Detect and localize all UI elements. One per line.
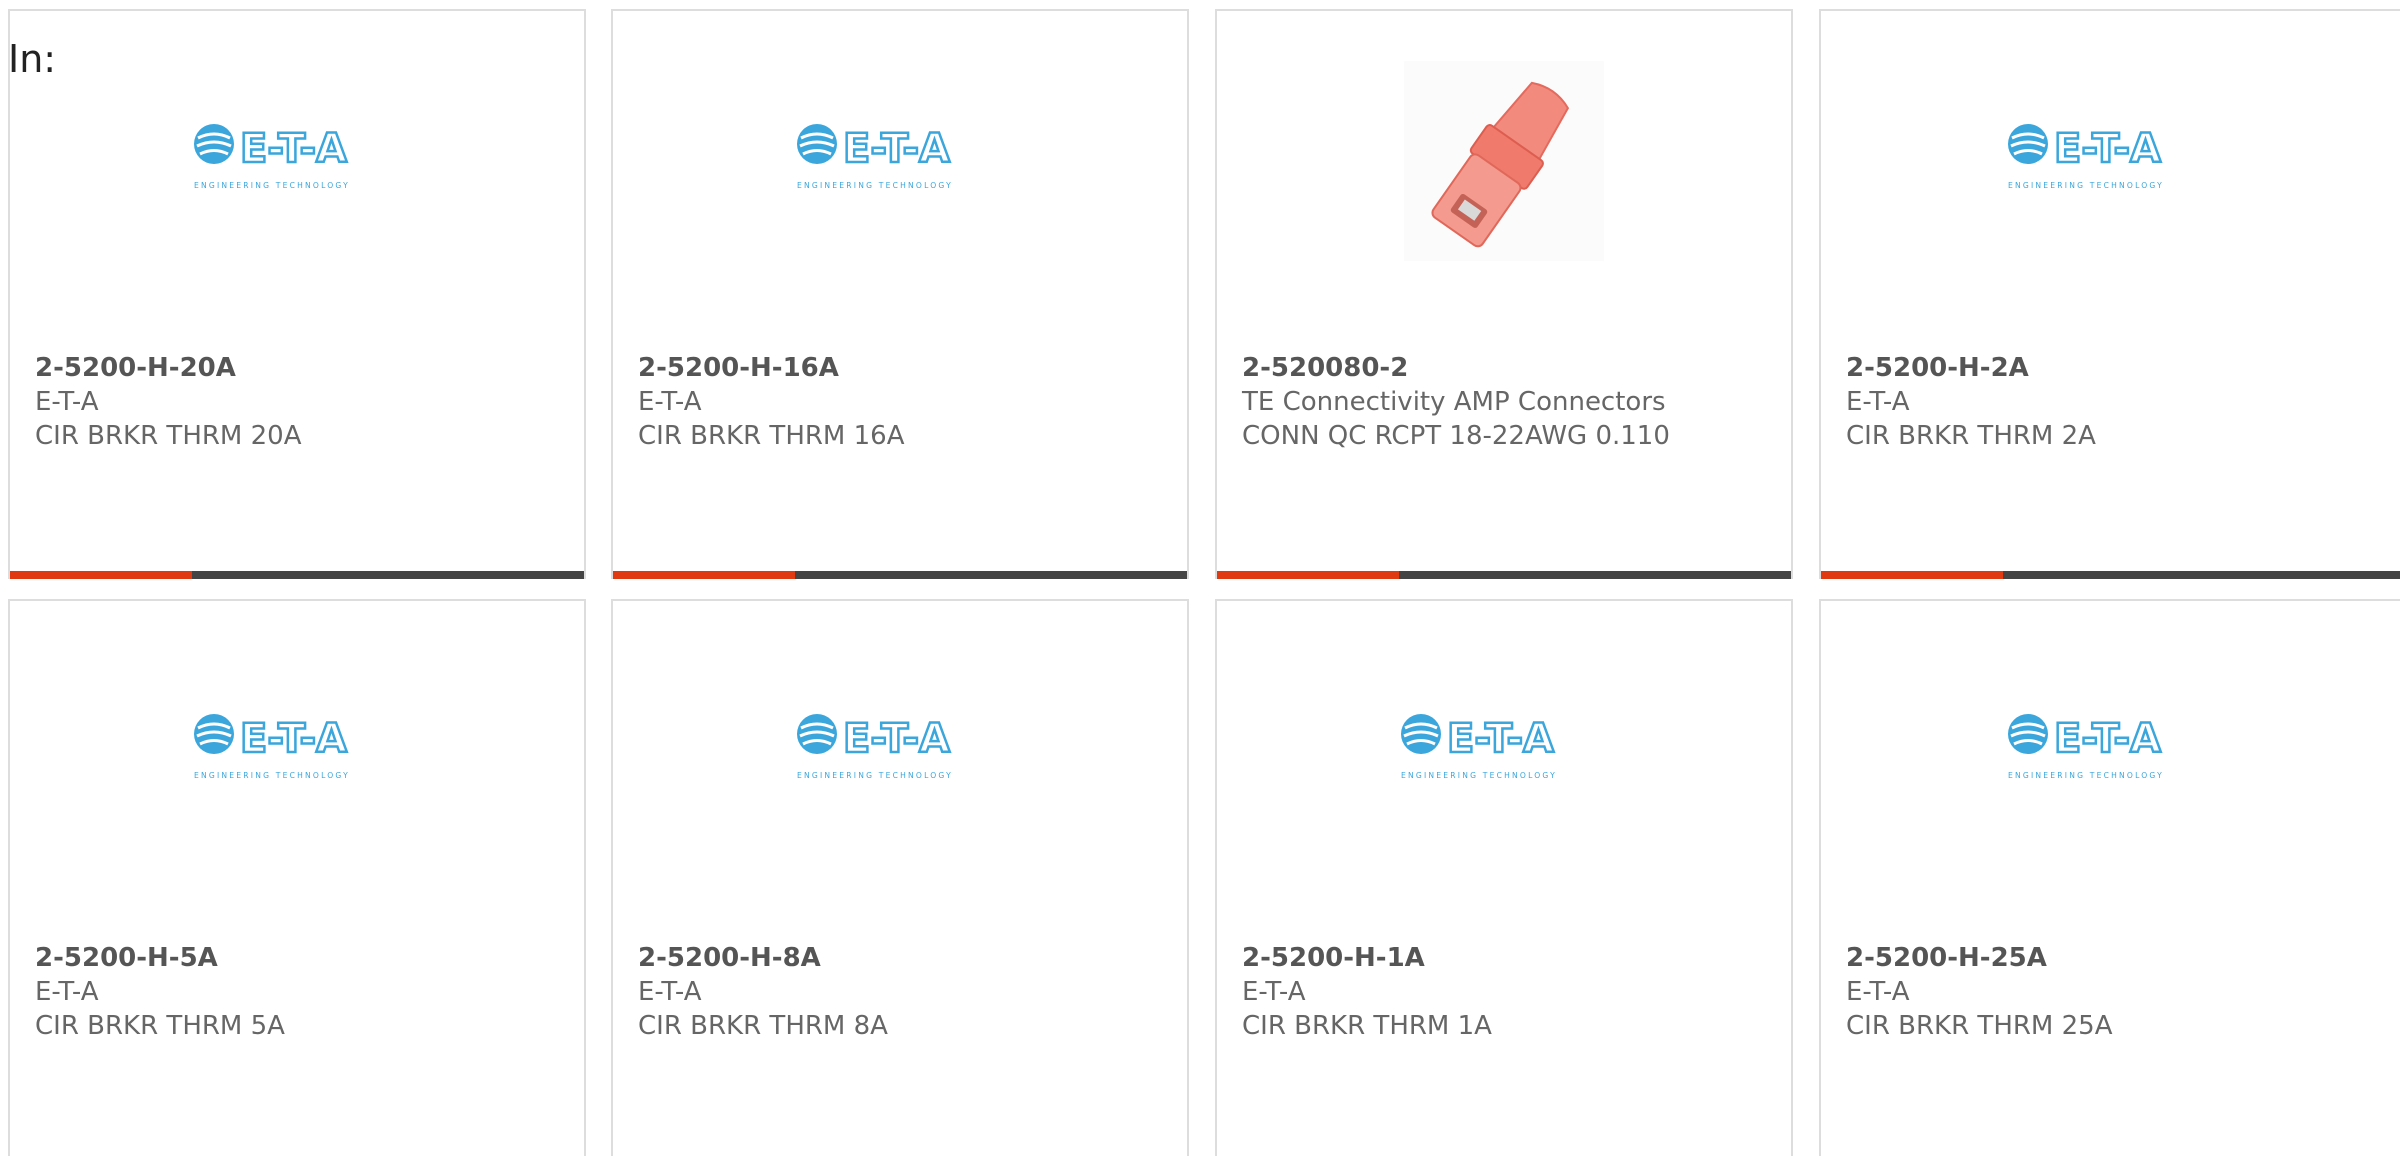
- product-info: 2-5200-H-8A E-T-A CIR BRKR THRM 8A: [638, 941, 888, 1043]
- eta-logo-icon: E-T-A ENGINEERING TECHNOLOGY: [1401, 714, 1557, 780]
- product-info: 2-5200-H-25A E-T-A CIR BRKR THRM 25A: [1846, 941, 2113, 1043]
- logo-tagline: ENGINEERING TECHNOLOGY: [194, 181, 350, 190]
- logo-brand-text: E-T-A: [240, 716, 347, 762]
- logo-tagline: ENGINEERING TECHNOLOGY: [1401, 771, 1557, 780]
- product-info: 2-520080-2 TE Connectivity AMP Connector…: [1242, 351, 1670, 453]
- description: CIR BRKR THRM 25A: [1846, 1011, 2113, 1041]
- logo-tagline: ENGINEERING TECHNOLOGY: [194, 771, 350, 780]
- manufacturer: E-T-A: [35, 387, 99, 417]
- manufacturer: TE Connectivity AMP Connectors: [1242, 387, 1666, 417]
- product-info: 2-5200-H-1A E-T-A CIR BRKR THRM 1A: [1242, 941, 1492, 1043]
- eta-logo-icon: E-T-A ENGINEERING TECHNOLOGY: [2007, 124, 2164, 190]
- description: CIR BRKR THRM 2A: [1846, 421, 2096, 451]
- product-card[interactable]: E-T-A ENGINEERING TECHNOLOGY 2-5200-H-5A…: [8, 599, 586, 1156]
- logo-brand-text: E-T-A: [2054, 126, 2161, 172]
- product-image[interactable]: E-T-A ENGINEERING TECHNOLOGY: [1821, 86, 2400, 226]
- product-image[interactable]: E-T-A ENGINEERING TECHNOLOGY: [10, 676, 584, 816]
- product-image[interactable]: E-T-A ENGINEERING TECHNOLOGY: [10, 86, 584, 226]
- card-accent-bar: [10, 571, 584, 579]
- part-number[interactable]: 2-520080-2: [1242, 351, 1670, 385]
- manufacturer: E-T-A: [1846, 977, 1910, 1007]
- logo-tagline: ENGINEERING TECHNOLOGY: [797, 771, 953, 780]
- description: CONN QC RCPT 18-22AWG 0.110: [1242, 421, 1670, 451]
- product-info: 2-5200-H-5A E-T-A CIR BRKR THRM 5A: [35, 941, 285, 1043]
- manufacturer: E-T-A: [1846, 387, 1910, 417]
- manufacturer: E-T-A: [1242, 977, 1306, 1007]
- product-grid-page: In: E-T-A ENGINEERING TECHNOLOGY 2-5200-…: [0, 0, 2400, 1156]
- manufacturer: E-T-A: [638, 387, 702, 417]
- logo-brand-text: E-T-A: [240, 126, 347, 172]
- red-connector-icon: [1404, 61, 1604, 261]
- part-number[interactable]: 2-5200-H-5A: [35, 941, 285, 975]
- part-number[interactable]: 2-5200-H-8A: [638, 941, 888, 975]
- product-card[interactable]: E-T-A ENGINEERING TECHNOLOGY 2-5200-H-16…: [611, 9, 1189, 579]
- manufacturer: E-T-A: [35, 977, 99, 1007]
- eta-logo-icon: E-T-A ENGINEERING TECHNOLOGY: [194, 124, 350, 190]
- product-image[interactable]: E-T-A ENGINEERING TECHNOLOGY: [1217, 676, 1791, 816]
- logo-brand-text: E-T-A: [2054, 716, 2161, 762]
- part-number[interactable]: 2-5200-H-16A: [638, 351, 905, 385]
- product-card[interactable]: E-T-A ENGINEERING TECHNOLOGY 2-5200-H-2A…: [1819, 9, 2400, 579]
- eta-logo-icon: E-T-A ENGINEERING TECHNOLOGY: [797, 714, 953, 780]
- card-accent-bar: [1217, 571, 1791, 579]
- logo-tagline: ENGINEERING TECHNOLOGY: [797, 181, 953, 190]
- logo-brand-text: E-T-A: [843, 126, 950, 172]
- product-card[interactable]: E-T-A ENGINEERING TECHNOLOGY 2-5200-H-20…: [8, 9, 586, 579]
- product-image[interactable]: E-T-A ENGINEERING TECHNOLOGY: [613, 86, 1187, 226]
- description: CIR BRKR THRM 16A: [638, 421, 905, 451]
- product-info: 2-5200-H-2A E-T-A CIR BRKR THRM 2A: [1846, 351, 2096, 453]
- product-image[interactable]: E-T-A ENGINEERING TECHNOLOGY: [613, 676, 1187, 816]
- product-info: 2-5200-H-16A E-T-A CIR BRKR THRM 16A: [638, 351, 905, 453]
- description: CIR BRKR THRM 5A: [35, 1011, 285, 1041]
- filter-label: In:: [8, 37, 57, 81]
- part-number[interactable]: 2-5200-H-20A: [35, 351, 302, 385]
- product-image[interactable]: E-T-A ENGINEERING TECHNOLOGY: [1821, 676, 2400, 816]
- description: CIR BRKR THRM 8A: [638, 1011, 888, 1041]
- card-accent-bar: [613, 571, 1187, 579]
- eta-logo-icon: E-T-A ENGINEERING TECHNOLOGY: [797, 124, 953, 190]
- description: CIR BRKR THRM 20A: [35, 421, 302, 451]
- part-number[interactable]: 2-5200-H-1A: [1242, 941, 1492, 975]
- logo-tagline: ENGINEERING TECHNOLOGY: [2008, 181, 2164, 190]
- part-number[interactable]: 2-5200-H-25A: [1846, 941, 2113, 975]
- logo-brand-text: E-T-A: [1447, 716, 1554, 762]
- product-card[interactable]: E-T-A ENGINEERING TECHNOLOGY 2-5200-H-8A…: [611, 599, 1189, 1156]
- product-image[interactable]: [1217, 61, 1791, 261]
- eta-logo-icon: E-T-A ENGINEERING TECHNOLOGY: [194, 714, 350, 780]
- manufacturer: E-T-A: [638, 977, 702, 1007]
- logo-brand-text: E-T-A: [843, 716, 950, 762]
- logo-tagline: ENGINEERING TECHNOLOGY: [2008, 771, 2164, 780]
- description: CIR BRKR THRM 1A: [1242, 1011, 1492, 1041]
- product-card[interactable]: E-T-A ENGINEERING TECHNOLOGY 2-5200-H-1A…: [1215, 599, 1793, 1156]
- product-card[interactable]: 2-520080-2 TE Connectivity AMP Connector…: [1215, 9, 1793, 579]
- eta-logo-icon: E-T-A ENGINEERING TECHNOLOGY: [2007, 714, 2164, 780]
- part-number[interactable]: 2-5200-H-2A: [1846, 351, 2096, 385]
- product-card[interactable]: E-T-A ENGINEERING TECHNOLOGY 2-5200-H-25…: [1819, 599, 2400, 1156]
- product-info: 2-5200-H-20A E-T-A CIR BRKR THRM 20A: [35, 351, 302, 453]
- card-accent-bar: [1821, 571, 2400, 579]
